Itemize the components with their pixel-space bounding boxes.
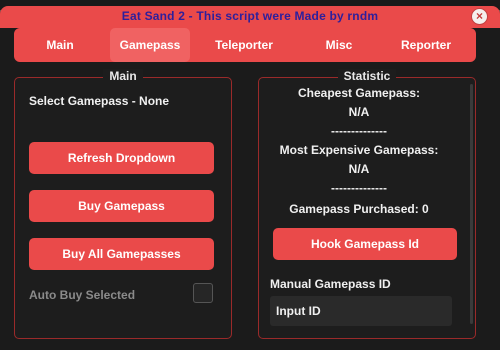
buy-gamepass-button[interactable]: Buy Gamepass — [29, 190, 214, 222]
tab-teleporter[interactable]: Teleporter — [198, 28, 290, 62]
script-window: Eat Sand 2 - This script were Made by rn… — [0, 6, 500, 350]
most-expensive-gamepass-label: Most Expensive Gamepass: — [279, 143, 439, 157]
tab-gamepass[interactable]: Gamepass — [110, 28, 190, 62]
most-expensive-gamepass-value: N/A — [348, 162, 370, 176]
main-panel-title: Main — [103, 69, 143, 83]
hook-gamepass-id-button[interactable]: Hook Gamepass Id — [273, 228, 457, 260]
select-gamepass-label[interactable]: Select Gamepass - None — [29, 94, 169, 108]
manual-gamepass-id-label: Manual Gamepass ID — [270, 277, 391, 291]
statistic-panel-title: Statistic — [337, 69, 397, 83]
tab-main[interactable]: Main — [24, 28, 96, 62]
cheapest-gamepass-value: N/A — [348, 105, 370, 119]
manual-gamepass-id-input[interactable] — [270, 296, 452, 326]
close-button[interactable]: × — [471, 8, 488, 25]
statistic-panel: Statistic Cheapest Gamepass: N/A -------… — [258, 69, 476, 339]
window-title: Eat Sand 2 - This script were Made by rn… — [121, 9, 379, 23]
tab-reporter[interactable]: Reporter — [384, 28, 468, 62]
cheapest-gamepass-label: Cheapest Gamepass: — [297, 86, 421, 100]
auto-buy-label: Auto Buy Selected — [29, 288, 136, 302]
title-bar[interactable]: Eat Sand 2 - This script were Made by rn… — [0, 6, 500, 28]
separator: -------------- — [331, 124, 387, 138]
auto-buy-checkbox[interactable] — [193, 283, 213, 303]
tab-misc[interactable]: Misc — [304, 28, 374, 62]
gamepass-purchased-label: Gamepass Purchased: 0 — [289, 202, 429, 216]
tab-bar: Main Gamepass Teleporter Misc Reporter — [14, 28, 476, 62]
main-panel: Main Select Gamepass - None Refresh Drop… — [14, 69, 232, 339]
buy-all-gamepasses-button[interactable]: Buy All Gamepasses — [29, 238, 214, 270]
statistic-scrollbar[interactable] — [470, 84, 473, 324]
close-icon: × — [475, 9, 483, 23]
refresh-dropdown-button[interactable]: Refresh Dropdown — [29, 142, 214, 174]
separator: -------------- — [331, 181, 387, 195]
